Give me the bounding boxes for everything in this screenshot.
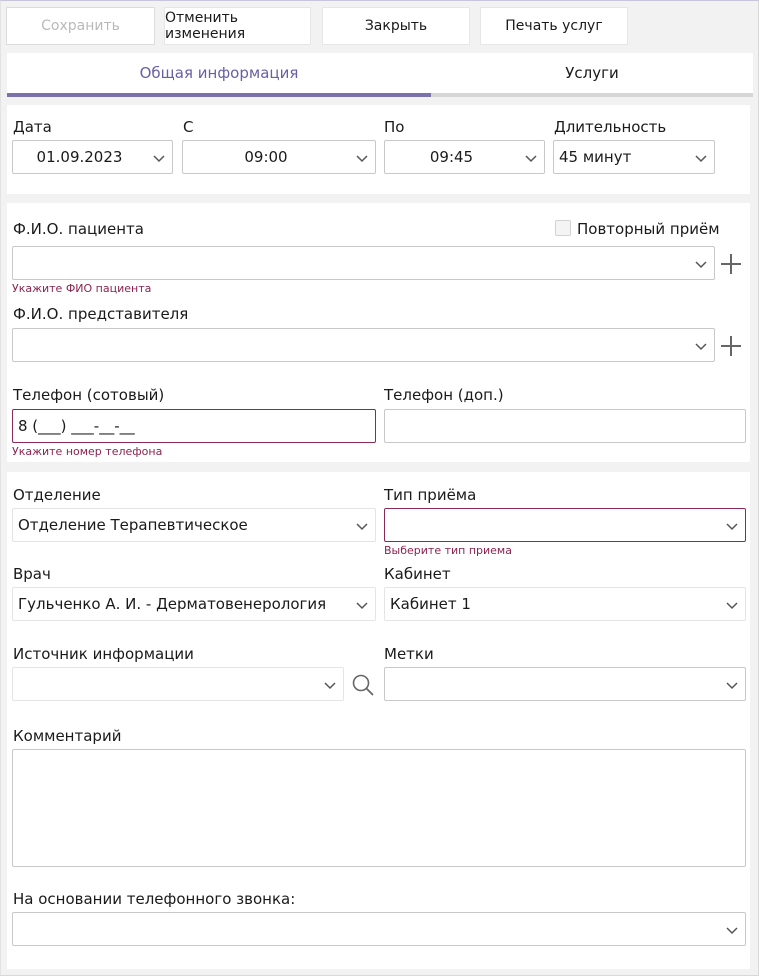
representative-label: Ф.И.О. представителя <box>13 305 189 323</box>
visit-type-error: Выберите тип приема <box>384 544 512 557</box>
tags-select[interactable] <box>384 667 746 701</box>
department-label: Отделение <box>13 486 101 504</box>
close-button[interactable]: Закрыть <box>322 7 470 45</box>
chevron-down-icon <box>726 682 738 690</box>
to-time-value: 09:45 <box>429 148 474 166</box>
comment-label: Комментарий <box>13 727 122 745</box>
from-time-select[interactable]: 09:00 <box>182 140 376 174</box>
duration-label: Длительность <box>554 118 667 136</box>
from-time-label: С <box>183 118 194 136</box>
doctor-select[interactable]: Гульченко А. И. - Дерматовенерология <box>12 587 376 621</box>
date-label: Дата <box>13 118 52 136</box>
department-value: Отделение Терапевтическое <box>18 516 248 534</box>
cancel-changes-button[interactable]: Отменить изменения <box>164 7 311 45</box>
chevron-down-icon <box>324 682 336 690</box>
mobile-phone-value: 8 (___) ___-__-__ <box>18 417 135 435</box>
info-source-select[interactable] <box>12 667 344 701</box>
search-icon[interactable] <box>351 673 375 697</box>
doctor-value: Гульченко А. И. - Дерматовенерология <box>18 595 327 613</box>
department-select[interactable]: Отделение Терапевтическое <box>12 508 376 542</box>
visit-type-label: Тип приёма <box>384 486 477 504</box>
date-value: 01.09.2023 <box>36 148 123 166</box>
schedule-panel: Дата 01.09.2023 С 09:00 По 09:45 Длитель… <box>7 105 750 194</box>
info-source-label: Источник информации <box>13 645 194 663</box>
tags-label: Метки <box>384 645 434 663</box>
chevron-down-icon <box>695 261 707 269</box>
representative-select[interactable] <box>12 328 715 362</box>
phone-call-label: На основании телефонного звонка: <box>13 890 296 908</box>
duration-value: 45 минут <box>559 148 632 166</box>
repeat-visit-checkbox[interactable] <box>555 220 571 236</box>
from-time-value: 09:00 <box>244 148 288 166</box>
phone-call-select[interactable] <box>12 912 746 946</box>
patient-name-select[interactable] <box>12 246 715 280</box>
mobile-phone-error: Укажите номер телефона <box>12 445 163 458</box>
chevron-down-icon <box>153 155 165 163</box>
to-time-select[interactable]: 09:45 <box>384 140 545 174</box>
tab-general-info[interactable]: Общая информация <box>7 53 431 97</box>
room-label: Кабинет <box>384 565 451 583</box>
chevron-down-icon <box>726 602 738 610</box>
print-services-button[interactable]: Печать услуг <box>480 7 628 45</box>
chevron-down-icon <box>695 343 707 351</box>
date-picker[interactable]: 01.09.2023 <box>12 140 173 174</box>
extra-phone-label: Телефон (доп.) <box>384 386 504 404</box>
chevron-down-icon <box>726 927 738 935</box>
mobile-phone-input[interactable]: 8 (___) ___-__-__ <box>12 409 376 443</box>
duration-select[interactable]: 45 минут <box>553 140 715 174</box>
to-time-label: По <box>384 118 405 136</box>
chevron-down-icon <box>356 523 368 531</box>
repeat-visit-label: Повторный приём <box>577 220 720 238</box>
room-value: Кабинет 1 <box>390 595 471 613</box>
chevron-down-icon <box>525 155 537 163</box>
patient-panel: Ф.И.О. пациента Повторный приём Укажите … <box>7 203 750 462</box>
room-select[interactable]: Кабинет 1 <box>384 587 746 621</box>
visit-panel: Отделение Отделение Терапевтическое Тип … <box>7 472 750 969</box>
chevron-down-icon <box>356 155 368 163</box>
comment-textarea[interactable] <box>12 749 746 867</box>
add-patient-plus-icon[interactable] <box>720 253 742 275</box>
chevron-down-icon <box>695 155 707 163</box>
chevron-down-icon <box>356 602 368 610</box>
add-representative-plus-icon[interactable] <box>720 335 742 357</box>
doctor-label: Врач <box>13 565 51 583</box>
save-button[interactable]: Сохранить <box>6 7 155 45</box>
patient-name-label: Ф.И.О. пациента <box>13 220 144 238</box>
patient-name-error: Укажите ФИО пациента <box>12 282 152 295</box>
extra-phone-input[interactable] <box>384 409 746 443</box>
chevron-down-icon <box>726 523 738 531</box>
visit-type-select[interactable] <box>384 508 746 542</box>
tab-services[interactable]: Услуги <box>431 53 753 97</box>
mobile-phone-label: Телефон (сотовый) <box>13 386 165 404</box>
tab-bar: Общая информация Услуги <box>7 53 753 97</box>
